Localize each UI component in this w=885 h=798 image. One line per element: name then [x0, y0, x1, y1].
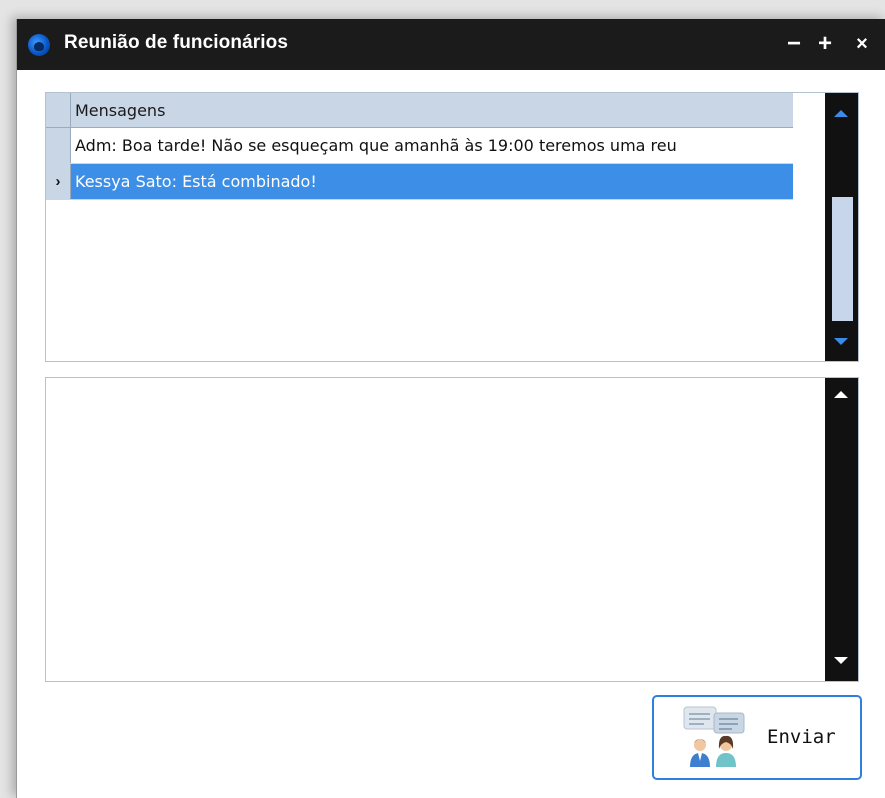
scroll-thumb[interactable]: [832, 197, 853, 321]
input-scrollbar[interactable]: [825, 378, 858, 681]
maximize-button[interactable]: +: [812, 29, 838, 59]
title-bar[interactable]: Reunião de funcionários − + ×: [17, 19, 885, 70]
scroll-down-arrow-icon[interactable]: [834, 338, 848, 345]
table-row[interactable]: Adm: Boa tarde! Não se esqueçam que aman…: [46, 128, 793, 164]
messages-grid[interactable]: Mensagens Adm: Boa tarde! Não se esqueça…: [45, 92, 859, 362]
grid-scrollbar[interactable]: [825, 93, 858, 361]
minimize-button[interactable]: −: [781, 29, 807, 59]
close-button[interactable]: ×: [849, 29, 875, 59]
column-header-mensagens[interactable]: Mensagens: [75, 101, 165, 120]
grid-header: Mensagens: [46, 93, 793, 128]
message-input-panel: [45, 377, 859, 682]
scroll-up-arrow-icon[interactable]: [834, 110, 848, 117]
chat-window: Reunião de funcionários − + × Mensagens …: [16, 19, 885, 798]
scroll-down-arrow-icon[interactable]: [834, 657, 848, 664]
header-indicator-cell: [46, 93, 71, 127]
table-row-selected[interactable]: › Kessya Sato: Está combinado!: [46, 164, 793, 200]
message-input[interactable]: [46, 378, 824, 681]
message-cell[interactable]: Kessya Sato: Está combinado!: [71, 164, 793, 199]
row-indicator: [46, 128, 71, 163]
send-button[interactable]: Enviar: [652, 695, 862, 780]
app-logo-icon: [28, 34, 50, 56]
send-button-label: Enviar: [767, 726, 836, 748]
chat-people-icon: [683, 706, 745, 767]
message-cell[interactable]: Adm: Boa tarde! Não se esqueçam que aman…: [75, 128, 793, 163]
scroll-up-arrow-icon[interactable]: [834, 391, 848, 398]
window-title: Reunião de funcionários: [64, 32, 288, 53]
row-indicator-current: ›: [46, 164, 71, 199]
